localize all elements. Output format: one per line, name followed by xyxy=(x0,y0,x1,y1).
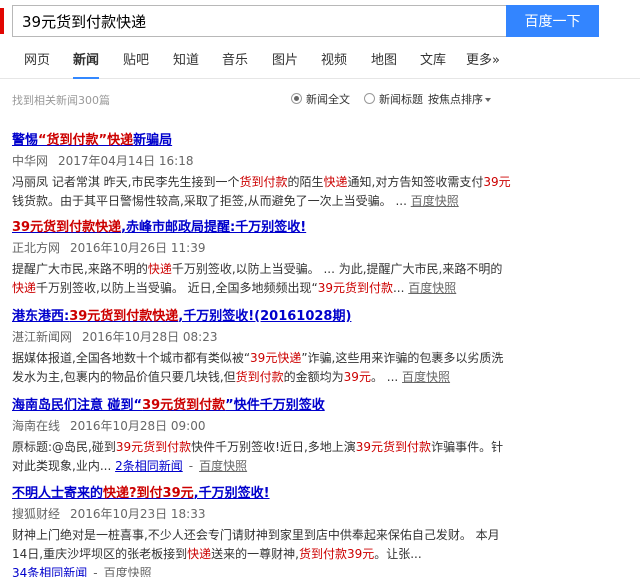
result-abstract: 冯丽凤 记者常淇 昨天,市民李先生接到一个货到付款的陌生快递通知,对方告知签收需… xyxy=(12,175,511,208)
cache-link[interactable]: 百度快照 xyxy=(408,281,456,295)
logo-mark xyxy=(0,8,4,34)
cache-link[interactable]: 百度快照 xyxy=(411,194,459,208)
result-abstract: 提醒广大市民,来路不明的快递千万别签收,以防上当受骗。 ... 为此,提醒广大市… xyxy=(12,262,503,295)
result-title[interactable]: 海南岛民们注意 碰到“39元货到付款”快件千万别签收 xyxy=(12,394,512,413)
tab-music[interactable]: 音乐 xyxy=(222,51,248,79)
cache-link[interactable]: 百度快照 xyxy=(199,459,247,473)
tab-zhidao[interactable]: 知道 xyxy=(173,51,199,79)
caret-down-icon xyxy=(485,98,491,102)
tab-images[interactable]: 图片 xyxy=(272,51,298,79)
tab-web[interactable]: 网页 xyxy=(24,51,50,79)
radio-title[interactable] xyxy=(364,93,375,104)
result-title[interactable]: 不明人士寄来的快递?到付39元,千万别签收! xyxy=(12,482,512,501)
news-result: 不明人士寄来的快递?到付39元,千万别签收! 搜狐财经 2016年10月23日 1… xyxy=(12,482,512,577)
news-result: 港东港西:39元货到付款快递,千万别签收!(20161028期) 湛江新闻网 20… xyxy=(12,305,512,387)
sort-dropdown[interactable]: 按焦点排序 xyxy=(428,91,491,107)
same-news-link[interactable]: 2条相同新闻 xyxy=(115,459,183,473)
search-button[interactable]: 百度一下 xyxy=(506,5,599,37)
result-abstract: 财神上门绝对是一桩喜事,不少人还会专门请财神到家里到店中供奉起来保佑自己发财。 … xyxy=(12,526,512,577)
radio-fulltext[interactable] xyxy=(291,93,302,104)
result-count: 找到相关新闻300篇 xyxy=(12,94,110,107)
tab-video[interactable]: 视频 xyxy=(321,51,347,79)
result-title[interactable]: 警惕“货到付款”快递新骗局 xyxy=(12,129,512,148)
tab-tieba[interactable]: 贴吧 xyxy=(123,51,149,79)
news-result: 海南岛民们注意 碰到“39元货到付款”快件千万别签收 海南在线 2016年10月2… xyxy=(12,394,512,476)
result-title[interactable]: 39元货到付款快递,赤峰市邮政局提醒:千万别签收! xyxy=(12,216,512,235)
tab-news[interactable]: 新闻 xyxy=(73,51,100,79)
sort-label: 按焦点排序 xyxy=(428,93,483,106)
top-bar: 百度一下 xyxy=(0,0,640,44)
result-source: 中华网 2017年04月14日 16:18 xyxy=(12,154,194,168)
cache-link[interactable]: 百度快照 xyxy=(104,566,152,577)
result-source: 正北方网 2016年10月26日 11:39 xyxy=(12,241,206,255)
tab-map[interactable]: 地图 xyxy=(371,51,397,79)
result-source: 湛江新闻网 2016年10月28日 08:23 xyxy=(12,330,218,344)
tab-more[interactable]: 更多» xyxy=(466,51,500,79)
news-result: 警惕“货到付款”快递新骗局 中华网 2017年04月14日 16:18 冯丽凤 记… xyxy=(12,129,512,211)
result-source: 海南在线 2016年10月28日 09:00 xyxy=(12,419,206,433)
result-source: 搜狐财经 2016年10月23日 18:33 xyxy=(12,507,206,521)
result-meta-bar: 找到相关新闻300篇 新闻全文 新闻标题 按焦点排序 xyxy=(0,86,640,112)
result-abstract: 据媒体报道,全国各地数十个城市都有类似被“39元快递”诈骗,这些用来诈骗的包裹多… xyxy=(12,351,504,384)
search-input[interactable] xyxy=(12,5,506,37)
cache-link[interactable]: 百度快照 xyxy=(402,370,450,384)
radio-title-label[interactable]: 新闻标题 xyxy=(379,91,423,107)
same-news-link[interactable]: 34条相同新闻 xyxy=(12,566,87,577)
nav-tabs: 网页 新闻 贴吧 知道 音乐 图片 视频 地图 文库 更多» xyxy=(0,44,640,79)
radio-fulltext-label[interactable]: 新闻全文 xyxy=(306,91,350,107)
news-result: 39元货到付款快递,赤峰市邮政局提醒:千万别签收! 正北方网 2016年10月26… xyxy=(12,216,512,298)
result-title[interactable]: 港东港西:39元货到付款快递,千万别签收!(20161028期) xyxy=(12,305,512,324)
result-abstract: 原标题:@岛民,碰到39元货到付款快件千万别签收!近日,多地上演39元货到付款诈… xyxy=(12,440,504,473)
tab-wenku[interactable]: 文库 xyxy=(420,51,446,79)
